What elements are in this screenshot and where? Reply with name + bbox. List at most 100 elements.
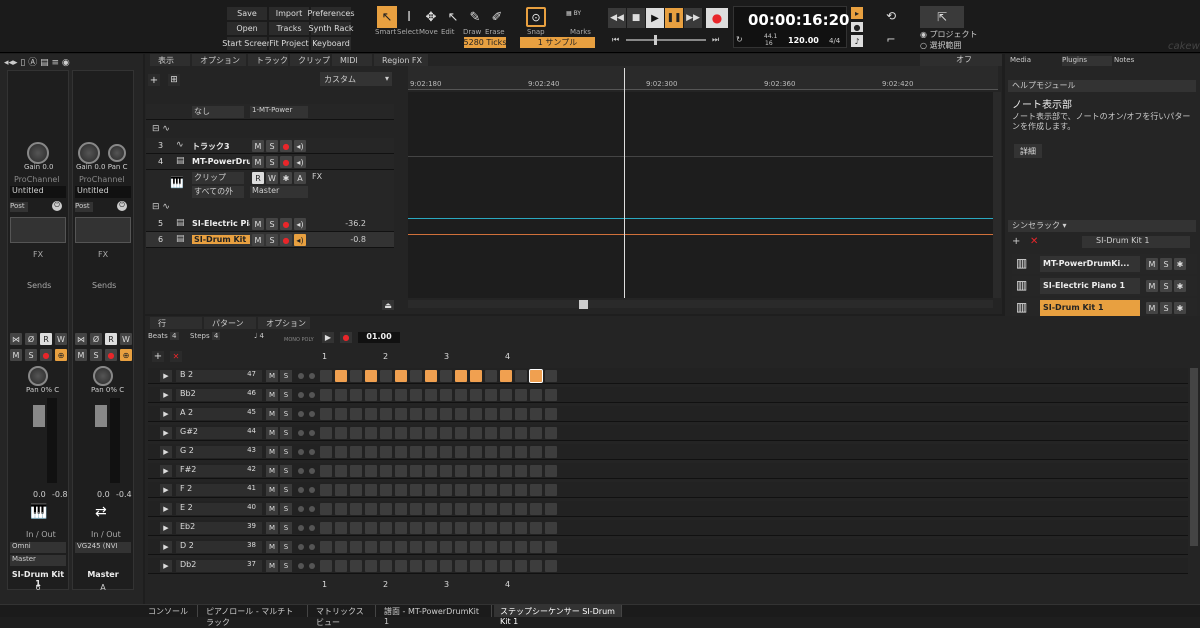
step-cell[interactable] — [455, 484, 467, 496]
step-cell[interactable] — [425, 427, 437, 439]
seq-row[interactable]: ▶ G#2 44 M S — [148, 425, 1188, 441]
track-output-select[interactable]: 1-MT-Power — [250, 106, 308, 118]
synth-2-button[interactable]: ✱ — [1174, 258, 1186, 270]
step-cell[interactable] — [545, 503, 557, 515]
step-cell[interactable] — [545, 541, 557, 553]
row-solo-button[interactable]: S — [280, 560, 292, 572]
row-velocity[interactable]: 43 — [228, 446, 256, 454]
step-cell[interactable] — [395, 427, 407, 439]
row-mute-button[interactable]: M — [266, 541, 278, 553]
step-cell[interactable] — [515, 465, 527, 477]
row-mute-button[interactable]: M — [266, 446, 278, 458]
division-setting[interactable]: ♩ 4 — [254, 332, 264, 340]
loop-icon[interactable]: ↻ — [736, 35, 743, 44]
step-cell[interactable] — [350, 446, 362, 458]
row-option-dot-2[interactable] — [309, 392, 315, 398]
row-velocity[interactable]: 39 — [228, 522, 256, 530]
automation-icon[interactable]: ⊟ ∿ — [152, 124, 170, 134]
step-cell[interactable] — [455, 370, 467, 382]
step-cell[interactable] — [485, 541, 497, 553]
file-button-tracks[interactable]: Tracks — [269, 22, 309, 35]
step-cell[interactable] — [470, 446, 482, 458]
metronome-toggle[interactable]: ● — [851, 22, 863, 32]
step-cell[interactable] — [425, 484, 437, 496]
synth-rack-select[interactable]: SI-Drum Kit 1 — [1082, 236, 1190, 248]
step-cell[interactable] — [455, 465, 467, 477]
step-cell[interactable] — [530, 484, 542, 496]
clips-off-menu[interactable]: オフ — [920, 54, 1002, 66]
step-cell[interactable] — [545, 408, 557, 420]
row-play-button[interactable]: ▶ — [160, 522, 172, 534]
pan-knob-master[interactable] — [93, 366, 113, 386]
dock-tab-0[interactable]: コンソール — [142, 605, 198, 617]
row-solo-button[interactable]: S — [280, 427, 292, 439]
step-cell[interactable] — [320, 503, 332, 515]
step-cell[interactable] — [410, 389, 422, 401]
metronome-icon[interactable]: ♪ — [851, 35, 863, 47]
step-cell[interactable] — [410, 446, 422, 458]
gain-knob-2[interactable] — [78, 142, 100, 164]
file-button-synth-rack[interactable]: Synth Rack — [309, 22, 353, 35]
step-cell[interactable] — [515, 446, 527, 458]
tempo[interactable]: 120.00 — [788, 36, 819, 45]
row-play-button[interactable]: ▶ — [160, 484, 172, 496]
step-cell[interactable] — [320, 408, 332, 420]
step-cell[interactable] — [515, 560, 527, 572]
row-play-button[interactable]: ▶ — [160, 541, 172, 553]
row-option-dot[interactable] — [298, 525, 304, 531]
step-cell[interactable] — [335, 503, 347, 515]
browser-tab-plugins[interactable]: Plugins — [1062, 56, 1112, 66]
track-arm-button[interactable]: ● — [280, 156, 292, 168]
step-cell[interactable] — [500, 408, 512, 420]
output-select[interactable]: Master — [250, 186, 308, 198]
row-option-dot[interactable] — [298, 392, 304, 398]
row-play-button[interactable]: ▶ — [160, 503, 172, 515]
row-solo-button[interactable]: S — [280, 446, 292, 458]
step-cell[interactable] — [440, 446, 452, 458]
track-s-button[interactable]: S — [266, 156, 278, 168]
dock-tab-4[interactable]: ステップシーケンサー SI-Drum Kit 1 — [494, 605, 622, 626]
strip2-btn2-3[interactable]: ⊕ — [120, 349, 132, 361]
track-name[interactable]: トラック3 — [192, 141, 250, 152]
seq-play-button[interactable]: ▶ — [322, 332, 334, 343]
smart-tool-icon[interactable]: ↖ — [377, 6, 397, 28]
step-cell[interactable] — [335, 560, 347, 572]
track-echo-button[interactable]: ◂) — [294, 140, 306, 152]
strip1-btn-2[interactable]: R — [40, 333, 52, 345]
row-solo-button[interactable]: S — [280, 503, 292, 515]
strip1-btn2-2[interactable]: ● — [40, 349, 52, 361]
step-cell[interactable] — [545, 370, 557, 382]
row-play-button[interactable]: ▶ — [160, 389, 172, 401]
step-cell[interactable] — [380, 446, 392, 458]
synth-0-button[interactable]: M — [1146, 302, 1158, 314]
step-cell[interactable] — [350, 560, 362, 572]
track-arm-button[interactable]: ● — [280, 218, 292, 230]
step-cell[interactable] — [425, 503, 437, 515]
input-select-2[interactable]: VG245 (NVI — [75, 542, 131, 553]
horizontal-scrollbar[interactable] — [408, 300, 993, 308]
track-fx-bin[interactable]: FX — [312, 172, 322, 181]
file-button-keyboard[interactable]: Keyboard — [311, 37, 351, 50]
clip-select[interactable]: クリップ — [192, 172, 244, 184]
synth-rack-add-button[interactable]: + — [1012, 236, 1020, 247]
step-cell[interactable] — [530, 408, 542, 420]
prochannel-2[interactable]: ProChannel — [79, 175, 125, 184]
synth-2-button[interactable]: ✱ — [1174, 280, 1186, 292]
step-cell[interactable] — [515, 370, 527, 382]
synth-name[interactable]: MT-PowerDrumKi... — [1040, 256, 1140, 272]
step-cell[interactable] — [470, 484, 482, 496]
step-cell[interactable] — [320, 389, 332, 401]
step-cell[interactable] — [350, 370, 362, 382]
step-cell[interactable] — [365, 503, 377, 515]
track-m-button[interactable]: M — [252, 218, 264, 230]
row-option-dot[interactable] — [298, 468, 304, 474]
track-echo-button[interactable]: ◂) — [294, 218, 306, 230]
step-cell[interactable] — [365, 408, 377, 420]
row-mute-button[interactable]: M — [266, 503, 278, 515]
step-cell[interactable] — [365, 541, 377, 553]
loop-toggle[interactable]: ⟲ — [880, 7, 902, 25]
step-cell[interactable] — [470, 560, 482, 572]
step-cell[interactable] — [335, 541, 347, 553]
step-cell[interactable] — [440, 522, 452, 534]
pause-button[interactable]: ❚❚ — [665, 8, 683, 28]
